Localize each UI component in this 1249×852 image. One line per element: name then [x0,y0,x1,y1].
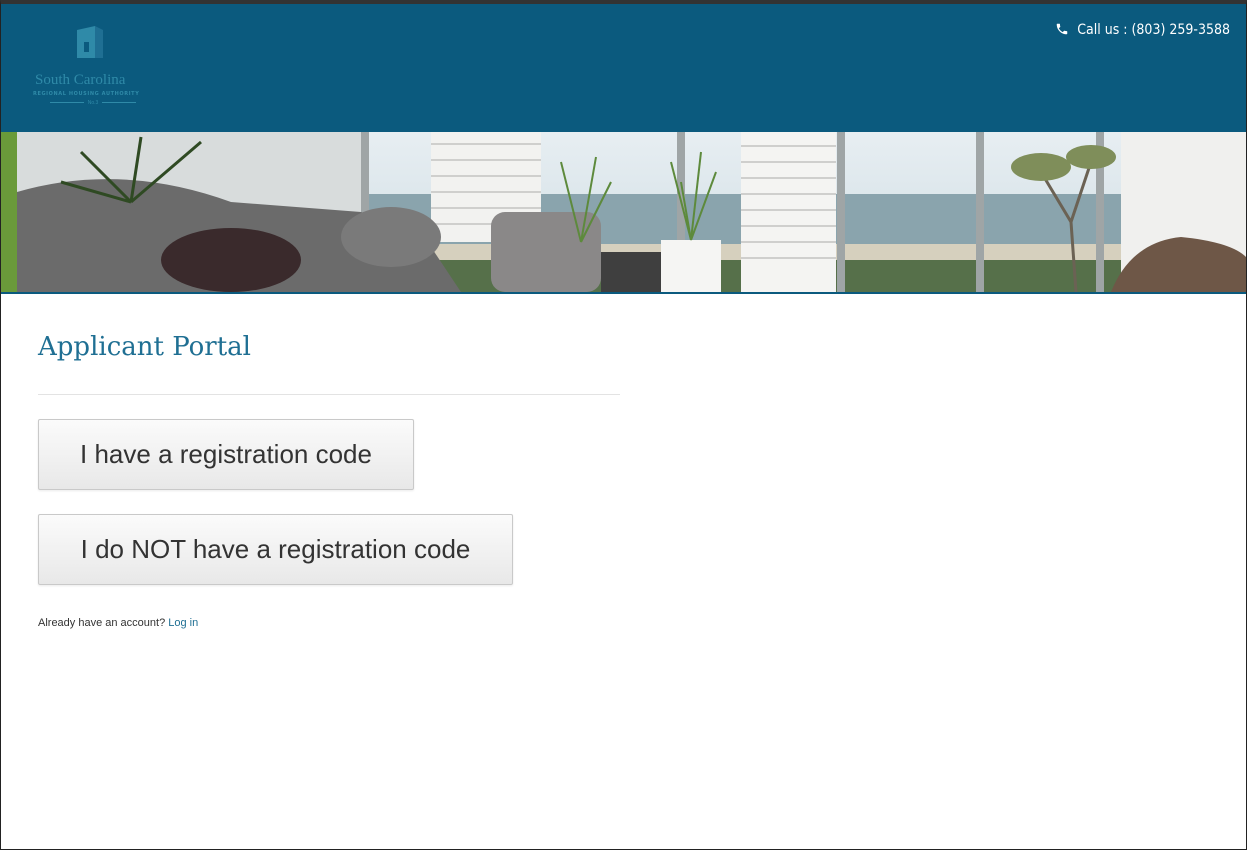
site-logo[interactable]: South Carolina REGIONAL HOUSING AUTHORIT… [19,18,169,118]
login-prompt-text: Already have an account? [38,617,166,629]
phone-icon [1056,23,1068,35]
call-us-text: Call us : (803) 259-3588 [1077,22,1230,38]
have-registration-code-button[interactable]: I have a registration code [38,419,414,490]
call-us-contact[interactable]: Call us : (803) 259-3588 [1055,22,1230,38]
title-divider [38,394,620,395]
hero-banner-image [1,132,1246,294]
logo-text-line1: South Carolina [35,72,126,88]
login-prompt: Already have an account? Log in [38,617,198,629]
no-registration-code-button[interactable]: I do NOT have a registration code [38,514,513,585]
page-title: Applicant Portal [38,332,252,362]
hero-illustration [1,132,1246,293]
site-header: South Carolina REGIONAL HOUSING AUTHORIT… [1,4,1246,132]
building-logo-icon [77,26,103,58]
login-link[interactable]: Log in [168,617,198,629]
page-frame: South Carolina REGIONAL HOUSING AUTHORIT… [0,0,1247,850]
logo-text-line2: REGIONAL HOUSING AUTHORITY [33,91,140,97]
logo-text-line3: No.3 [33,100,153,106]
